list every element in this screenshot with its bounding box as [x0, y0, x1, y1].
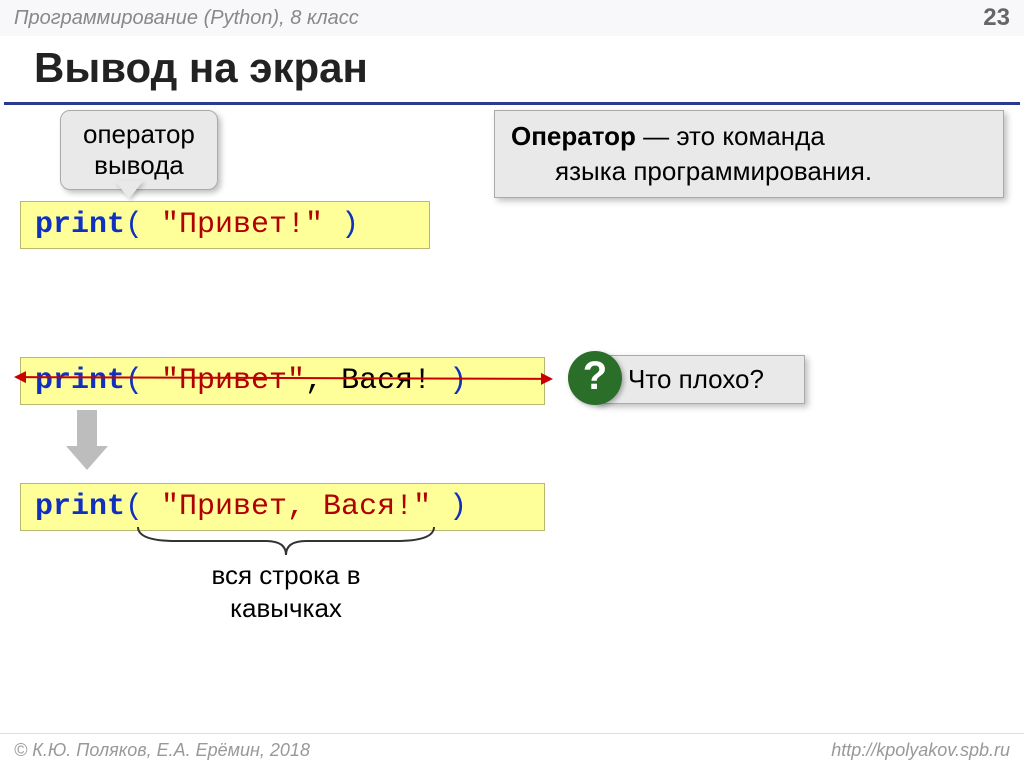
definition-box: Оператор — это команда языка программиро… [494, 110, 1004, 198]
code-bracket: ( [125, 208, 161, 242]
curly-brace-icon [136, 525, 436, 559]
code-keyword: print [35, 364, 125, 398]
code-example-3-correct: print( "Привет, Вася!" ) [20, 483, 545, 531]
code-bracket: ) [431, 364, 467, 398]
slide-header: Программирование (Python), 8 класс 23 [0, 0, 1024, 36]
code-bracket: ( [125, 364, 161, 398]
code-bracket: ( [125, 490, 161, 524]
arrow-down-icon [70, 410, 104, 466]
code-string: "Привет!" [161, 208, 323, 242]
code-plain: , Вася! [305, 364, 431, 398]
slide-title: Вывод на экран [4, 36, 1020, 105]
question-box: Что плохо? [595, 355, 805, 404]
code-example-2-wrong: print( "Привет", Вася! ) [20, 357, 545, 405]
code-bracket: ) [431, 490, 467, 524]
slide-footer: © К.Ю. Поляков, Е.А. Ерёмин, 2018 http:/… [0, 733, 1024, 767]
callout-tail-icon [115, 181, 143, 199]
callout-operator-output: оператор вывода [60, 110, 218, 190]
question-mark-icon: ? [568, 351, 622, 405]
course-title: Программирование (Python), 8 класс [14, 7, 359, 30]
callout-line: оператор [83, 119, 195, 149]
page-number: 23 [983, 4, 1010, 32]
code-keyword: print [35, 490, 125, 524]
callout-line: вывода [94, 150, 184, 180]
copyright: © К.Ю. Поляков, Е.А. Ерёмин, 2018 [14, 740, 310, 761]
brace-label: вся строка в кавычках [176, 559, 396, 624]
definition-text: языка программирования. [511, 156, 872, 186]
definition-text: — это команда [636, 121, 825, 151]
code-string: "Привет, Вася!" [161, 490, 431, 524]
brace-label-line: кавычках [230, 593, 342, 623]
brace-label-line: вся строка в [211, 560, 360, 590]
footer-url: http://kpolyakov.spb.ru [831, 740, 1010, 761]
slide-content: оператор вывода Оператор — это команда я… [0, 105, 1024, 745]
definition-term: Оператор [511, 121, 636, 151]
code-string: "Привет" [161, 364, 305, 398]
code-bracket: ) [323, 208, 359, 242]
code-example-1: print( "Привет!" ) [20, 201, 430, 249]
code-keyword: print [35, 208, 125, 242]
question-text: Что плохо? [628, 364, 764, 394]
